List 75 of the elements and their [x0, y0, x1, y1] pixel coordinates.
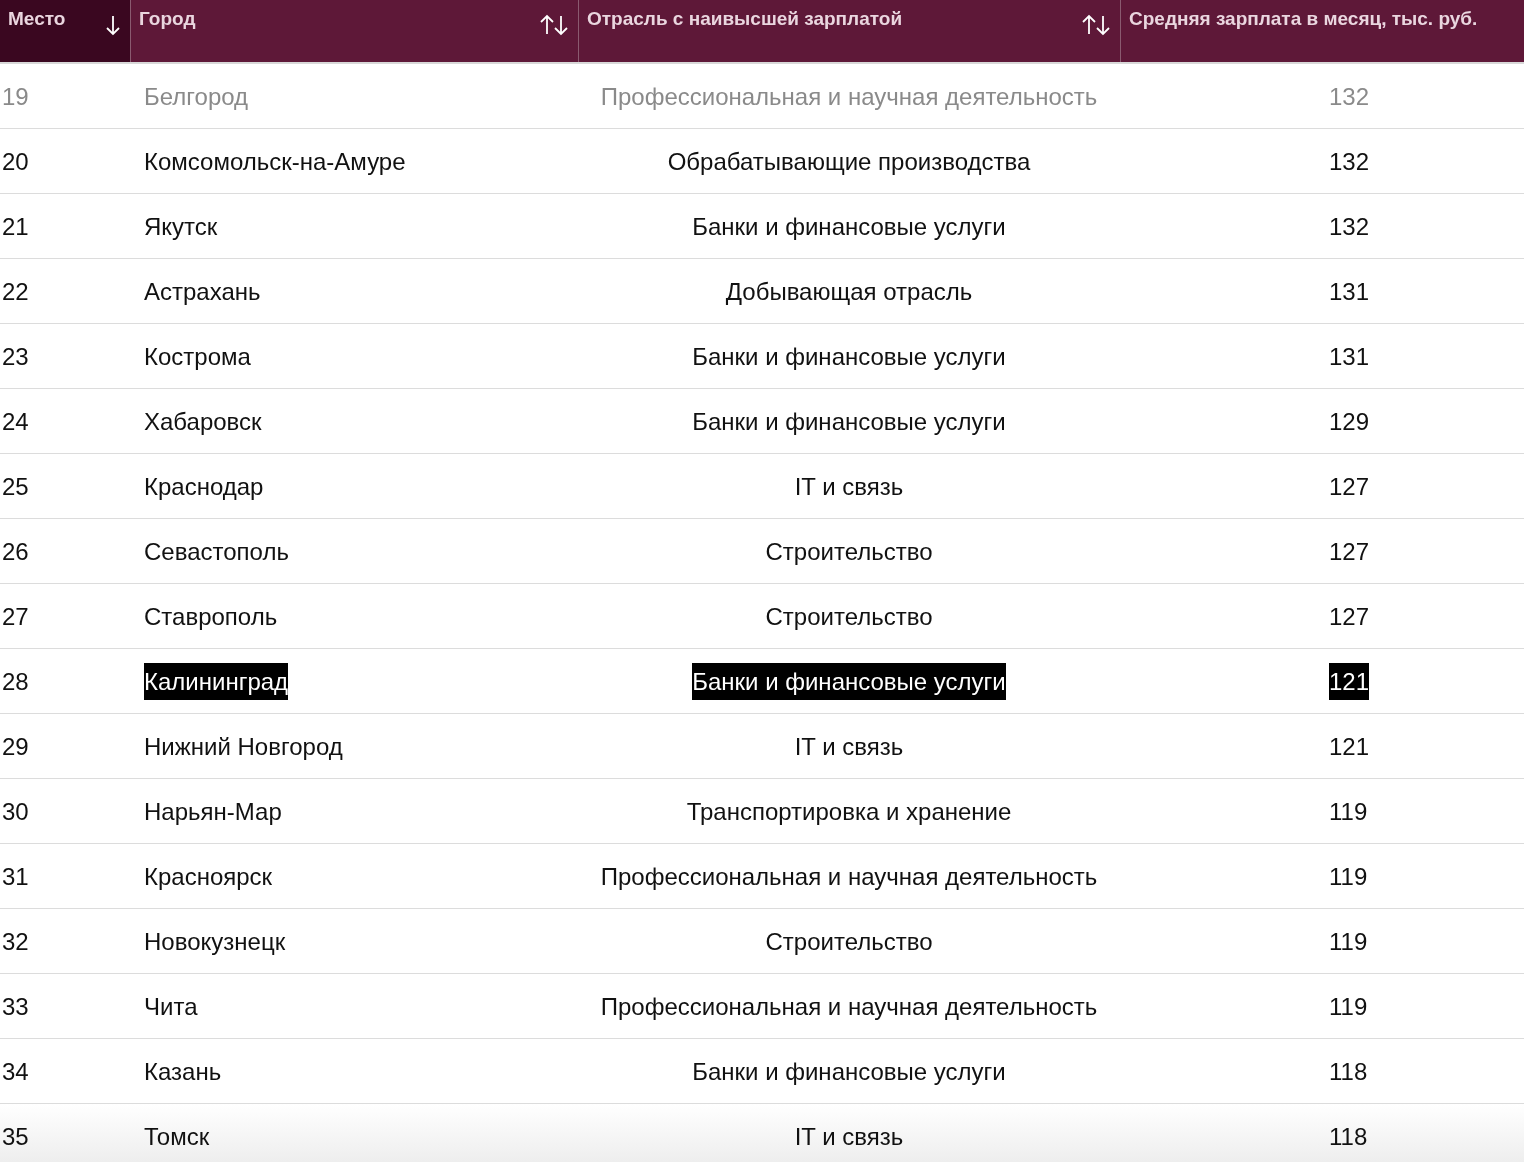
city-cell-text: Нарьян-Мар — [144, 796, 282, 827]
salary-cell-text: 118 — [1329, 1056, 1368, 1087]
industry-cell-text: Строительство — [765, 601, 933, 632]
industry-cell-text: Банки и финансовые услуги — [692, 211, 1006, 242]
industry-cell-text: IT и связь — [794, 731, 904, 762]
salary-cell-text: 119 — [1329, 861, 1368, 892]
salary-cell-text: 127 — [1329, 471, 1370, 502]
industry-cell-text: IT и связь — [794, 1121, 904, 1152]
industry-cell-text: Транспортировка и хранение — [686, 796, 1012, 827]
industry-cell-text: Профессиональная и научная деятельность — [600, 991, 1098, 1022]
rank-cell-text: 30 — [2, 796, 29, 827]
city-cell-text: Якутск — [144, 211, 218, 242]
rank-cell-text: 23 — [2, 341, 29, 372]
city-cell-text: Белгород — [144, 81, 249, 112]
salary-cell-text: 132 — [1329, 146, 1370, 177]
city-cell-text: Казань — [144, 1056, 222, 1087]
industry-cell-text: Строительство — [765, 926, 933, 957]
salary-cell-text: 131 — [1329, 276, 1370, 307]
industry-cell-text: Обрабатывающие производства — [667, 146, 1031, 177]
city-cell-text: Томск — [144, 1121, 210, 1152]
salary-cell-text: 131 — [1329, 341, 1370, 372]
industry-cell-text: IT и связь — [794, 471, 904, 502]
city-cell-text: Севастополь — [144, 536, 289, 567]
rank-cell-text: 32 — [2, 926, 29, 957]
column-header[interactable]: Город — [130, 0, 578, 62]
city-cell-text: Новокузнецк — [144, 926, 286, 957]
rank-cell-text: 25 — [2, 471, 29, 502]
city-cell-text: Красноярск — [144, 861, 273, 892]
rank-cell-text: 19 — [2, 81, 29, 112]
industry-cell-text: Строительство — [765, 536, 933, 567]
salary-cell-text: 132 — [1329, 81, 1370, 112]
salary-cell-text: 119 — [1329, 991, 1368, 1022]
city-cell-text: Чита — [144, 991, 198, 1022]
rank-cell-text: 27 — [2, 601, 29, 632]
rank-cell-text: 29 — [2, 731, 29, 762]
city-cell-text: Астрахань — [144, 276, 261, 307]
rank-cell-text: 28 — [2, 666, 29, 697]
city-cell-text: Хабаровск — [144, 406, 262, 437]
rank-cell-text: 31 — [2, 861, 29, 892]
city-cell-text: Краснодар — [144, 471, 264, 502]
industry-cell: Банки и финансовые услуги — [692, 662, 1006, 700]
salary-cell-text: 132 — [1329, 211, 1370, 242]
rank-cell-text: 34 — [2, 1056, 29, 1087]
city-cell-text: Нижний Новгород — [144, 731, 343, 762]
column-header[interactable]: Средняя зарплата в месяц, тыс. руб. — [1120, 0, 1524, 62]
rank-cell-text: 20 — [2, 146, 29, 177]
rank-cell-text: 24 — [2, 406, 29, 437]
sort-icon[interactable] — [540, 14, 568, 36]
industry-cell-text: Банки и финансовые услуги — [692, 406, 1006, 437]
rank-cell-text: 33 — [2, 991, 29, 1022]
sort-icon[interactable] — [1082, 14, 1110, 36]
salary-cell-text: 119 — [1329, 796, 1368, 827]
city-cell: Калининград — [144, 662, 289, 700]
rank-cell-text: 22 — [2, 276, 29, 307]
salary-cell-text: 127 — [1329, 601, 1370, 632]
sort-down-icon[interactable] — [106, 14, 120, 36]
salary-cell-text: 121 — [1329, 731, 1370, 762]
rank-cell-text: 35 — [2, 1121, 29, 1152]
column-header[interactable]: Отрасль с наивысшей зарплатой — [578, 0, 1120, 62]
city-cell-text: Кострома — [144, 341, 251, 372]
salary-cell-text: 119 — [1329, 926, 1368, 957]
industry-cell-text: Добывающая отрасль — [725, 276, 973, 307]
city-cell-text: Ставрополь — [144, 601, 278, 632]
industry-cell-text: Профессиональная и научная деятельность — [600, 81, 1098, 112]
salary-cell-text: 127 — [1329, 536, 1370, 567]
industry-cell-text: Банки и финансовые услуги — [692, 341, 1006, 372]
rank-cell-text: 21 — [2, 211, 29, 242]
industry-cell-text: Банки и финансовые услуги — [692, 1056, 1006, 1087]
city-cell-text: Комсомольск-на-Амуре — [144, 146, 406, 177]
salary-cell: 121 — [1329, 662, 1370, 700]
salary-cell-text: 118 — [1329, 1121, 1368, 1152]
rank-cell-text: 26 — [2, 536, 29, 567]
column-header[interactable]: Место — [0, 0, 130, 62]
industry-cell-text: Профессиональная и научная деятельность — [600, 861, 1098, 892]
salary-cell-text: 129 — [1329, 406, 1370, 437]
